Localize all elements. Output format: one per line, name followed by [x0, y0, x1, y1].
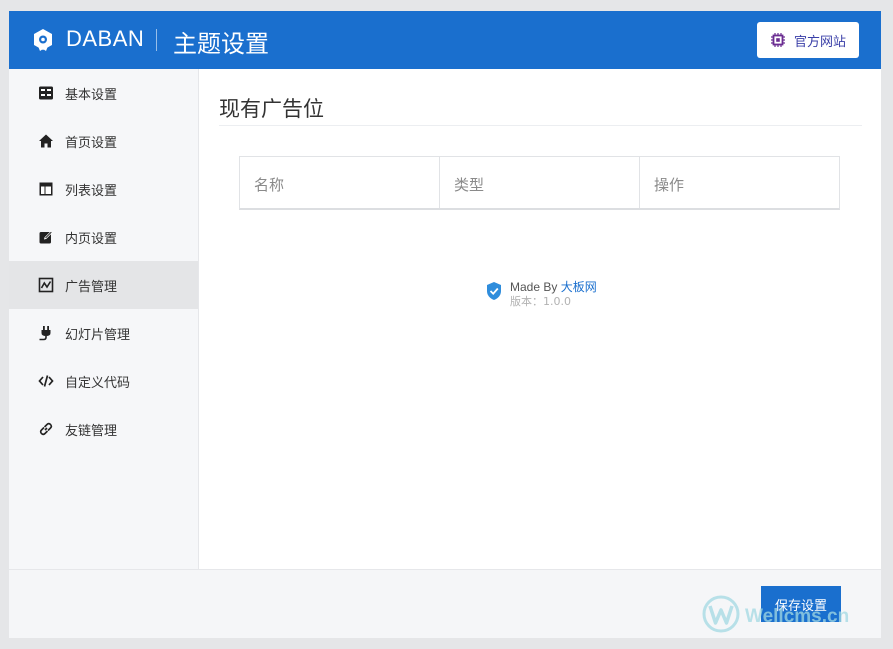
- sidebar-item-ad-management[interactable]: 广告管理: [9, 261, 198, 309]
- column-label: 操作: [654, 176, 685, 194]
- version-text: 版本：1.0.0: [510, 293, 571, 309]
- sidebar-item-label: 首页设置: [65, 136, 118, 151]
- table-header-name: 名称: [240, 157, 440, 208]
- sidebar-item-label: 自定义代码: [65, 376, 131, 391]
- credit-block: Made By 大板网 版本：1.0.0: [486, 278, 626, 318]
- link-icon: [39, 422, 53, 436]
- made-by-label: Made By: [510, 280, 558, 294]
- wellcms-logo-icon: [702, 595, 740, 633]
- ad-slots-table: 名称 类型 操作: [239, 156, 840, 210]
- official-site-button[interactable]: 官方网站: [757, 22, 859, 58]
- daban-logo-icon: [34, 29, 52, 51]
- header-divider: [156, 29, 157, 51]
- version-number: 1.0.0: [543, 295, 571, 308]
- column-label: 名称: [254, 176, 285, 194]
- watermark: Wellcms.cn: [701, 594, 881, 638]
- sidebar-item-slideshow-management[interactable]: 幻灯片管理: [9, 309, 198, 357]
- sidebar-item-list-settings[interactable]: 列表设置: [9, 165, 198, 213]
- sidebar-item-basic-settings[interactable]: 基本设置: [9, 69, 198, 117]
- sidebar-item-label: 列表设置: [65, 184, 118, 199]
- sidebar-item-label: 广告管理: [65, 280, 118, 295]
- settings-panel-icon: [39, 86, 53, 100]
- watermark-text: Wellcms.cn: [745, 606, 850, 627]
- sidebar-item-inner-page-settings[interactable]: 内页设置: [9, 213, 198, 261]
- chart-icon: [38, 277, 54, 293]
- code-icon: [38, 375, 54, 387]
- chip-icon: [770, 33, 785, 47]
- sidebar-item-label: 基本设置: [65, 88, 118, 103]
- sidebar-item-custom-code[interactable]: 自定义代码: [9, 357, 198, 405]
- official-site-label: 官方网站: [793, 34, 846, 50]
- sidebar-item-friend-links[interactable]: 友链管理: [9, 405, 198, 453]
- sidebar-item-home-settings[interactable]: 首页设置: [9, 117, 198, 165]
- page-title: 主题设置: [173, 30, 269, 58]
- sidebar-item-label: 内页设置: [65, 232, 118, 247]
- plug-icon: [39, 326, 51, 341]
- table-header-type: 类型: [440, 157, 640, 208]
- sidebar: 基本设置 首页设置 列表设置 内页设置 广告管理 幻灯片管理 自定义代码 友链管…: [9, 69, 199, 569]
- site-link[interactable]: 大板网: [561, 280, 597, 294]
- edit-icon: [39, 231, 53, 244]
- brand-name: DABAN: [66, 26, 145, 51]
- layout-icon: [39, 182, 53, 196]
- app-window: DABAN 主题设置 官方网站 基本设置 首页设置 列表设置 内页设置 广告管理…: [9, 11, 881, 638]
- sidebar-item-label: 幻灯片管理: [65, 328, 131, 343]
- home-icon: [39, 134, 53, 148]
- section-title: 现有广告位: [219, 97, 324, 121]
- footer-bar: 保存设置 Wellcms.cn: [9, 569, 881, 638]
- verified-shield-icon: [487, 282, 501, 300]
- section-divider: [219, 125, 862, 126]
- main-content: 现有广告位 名称 类型 操作 Made By 大板网 版本：1.0.0: [199, 69, 881, 569]
- column-label: 类型: [454, 176, 485, 194]
- version-label: 版本：: [510, 295, 543, 308]
- sidebar-item-label: 友链管理: [65, 424, 118, 439]
- top-bar: DABAN 主题设置 官方网站: [9, 11, 881, 69]
- table-header-actions: 操作: [640, 157, 839, 208]
